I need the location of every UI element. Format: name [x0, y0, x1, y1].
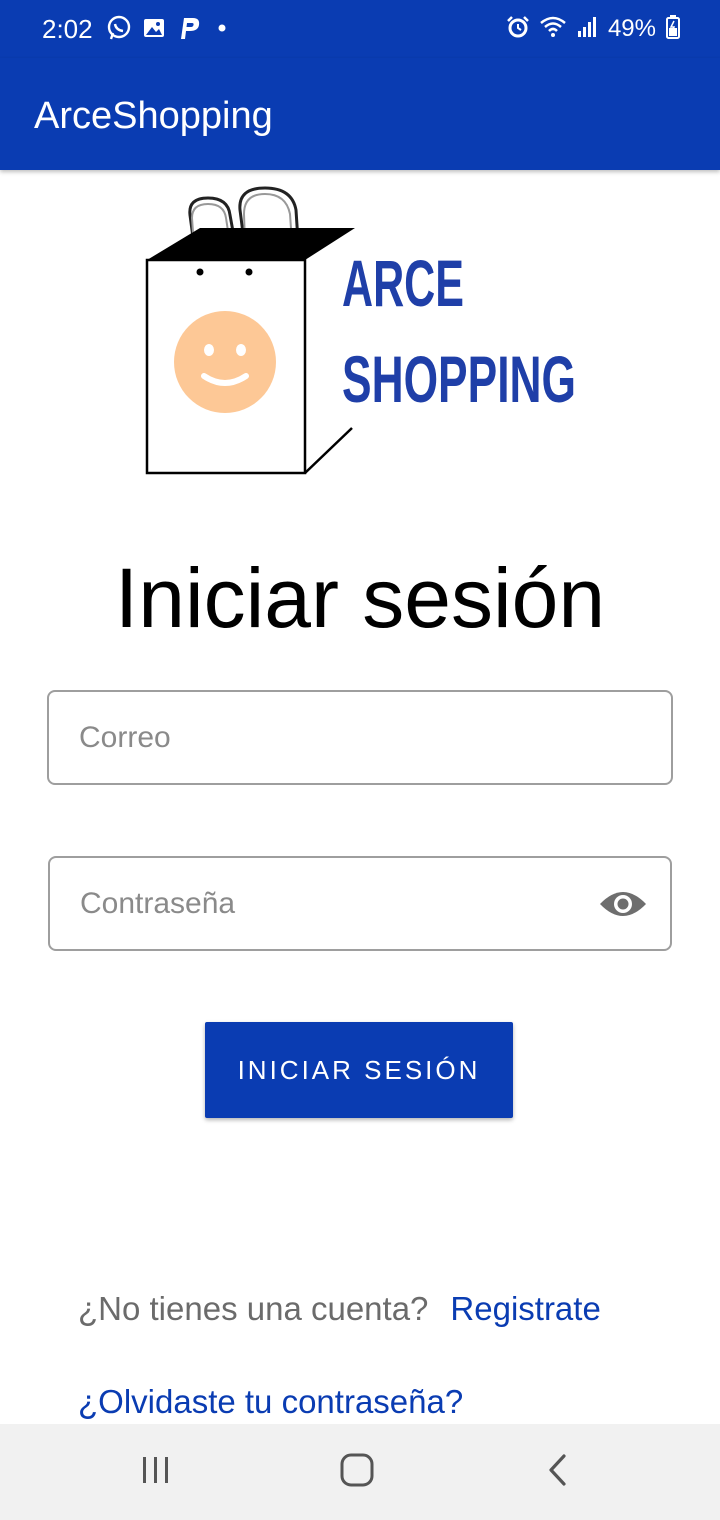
register-link[interactable]: Registrate	[450, 1290, 600, 1328]
register-row: ¿No tienes una cuenta? Registrate	[78, 1290, 601, 1336]
app-title: ArceShopping	[34, 95, 273, 137]
forgot-password-link[interactable]: ¿Olvidaste tu contraseña?	[78, 1380, 463, 1424]
battery-percent: 49%	[607, 15, 656, 42]
whatsapp-icon	[106, 15, 132, 46]
notification-dot-icon	[212, 18, 232, 43]
email-input[interactable]	[49, 692, 671, 783]
password-field[interactable]	[48, 856, 672, 951]
back-button[interactable]	[528, 1452, 588, 1492]
recent-apps-button[interactable]	[126, 1452, 186, 1492]
gallery-icon	[142, 16, 166, 45]
status-bar: 2:02 49%	[0, 0, 720, 58]
logo-text-line2: SHOPPING	[342, 342, 576, 416]
logo-text-line1: ARCE	[342, 246, 464, 320]
home-button[interactable]	[327, 1452, 387, 1492]
password-input[interactable]	[50, 858, 670, 949]
parking-app-icon	[176, 15, 202, 46]
page-title: Iniciar sesión	[114, 551, 606, 645]
no-account-text: ¿No tienes una cuenta?	[78, 1290, 429, 1327]
arce-shopping-logo: ARCE SHOPPING	[130, 180, 600, 490]
app-bar: ArceShopping	[0, 58, 720, 170]
eye-icon[interactable]	[598, 886, 648, 922]
system-navigation-bar	[0, 1424, 720, 1520]
alarm-icon	[506, 15, 530, 44]
login-button[interactable]: INICIAR SESIÓN	[205, 1022, 513, 1118]
email-field[interactable]	[47, 690, 673, 785]
home-icon	[339, 1452, 375, 1493]
status-system-icons: 49%	[506, 14, 680, 44]
status-time: 2:02	[42, 14, 93, 44]
signal-icon	[576, 16, 598, 43]
battery-icon	[666, 14, 680, 44]
recent-apps-icon	[140, 1454, 172, 1491]
wifi-icon	[540, 16, 566, 43]
status-notification-icons	[106, 15, 232, 46]
back-icon	[546, 1453, 570, 1492]
